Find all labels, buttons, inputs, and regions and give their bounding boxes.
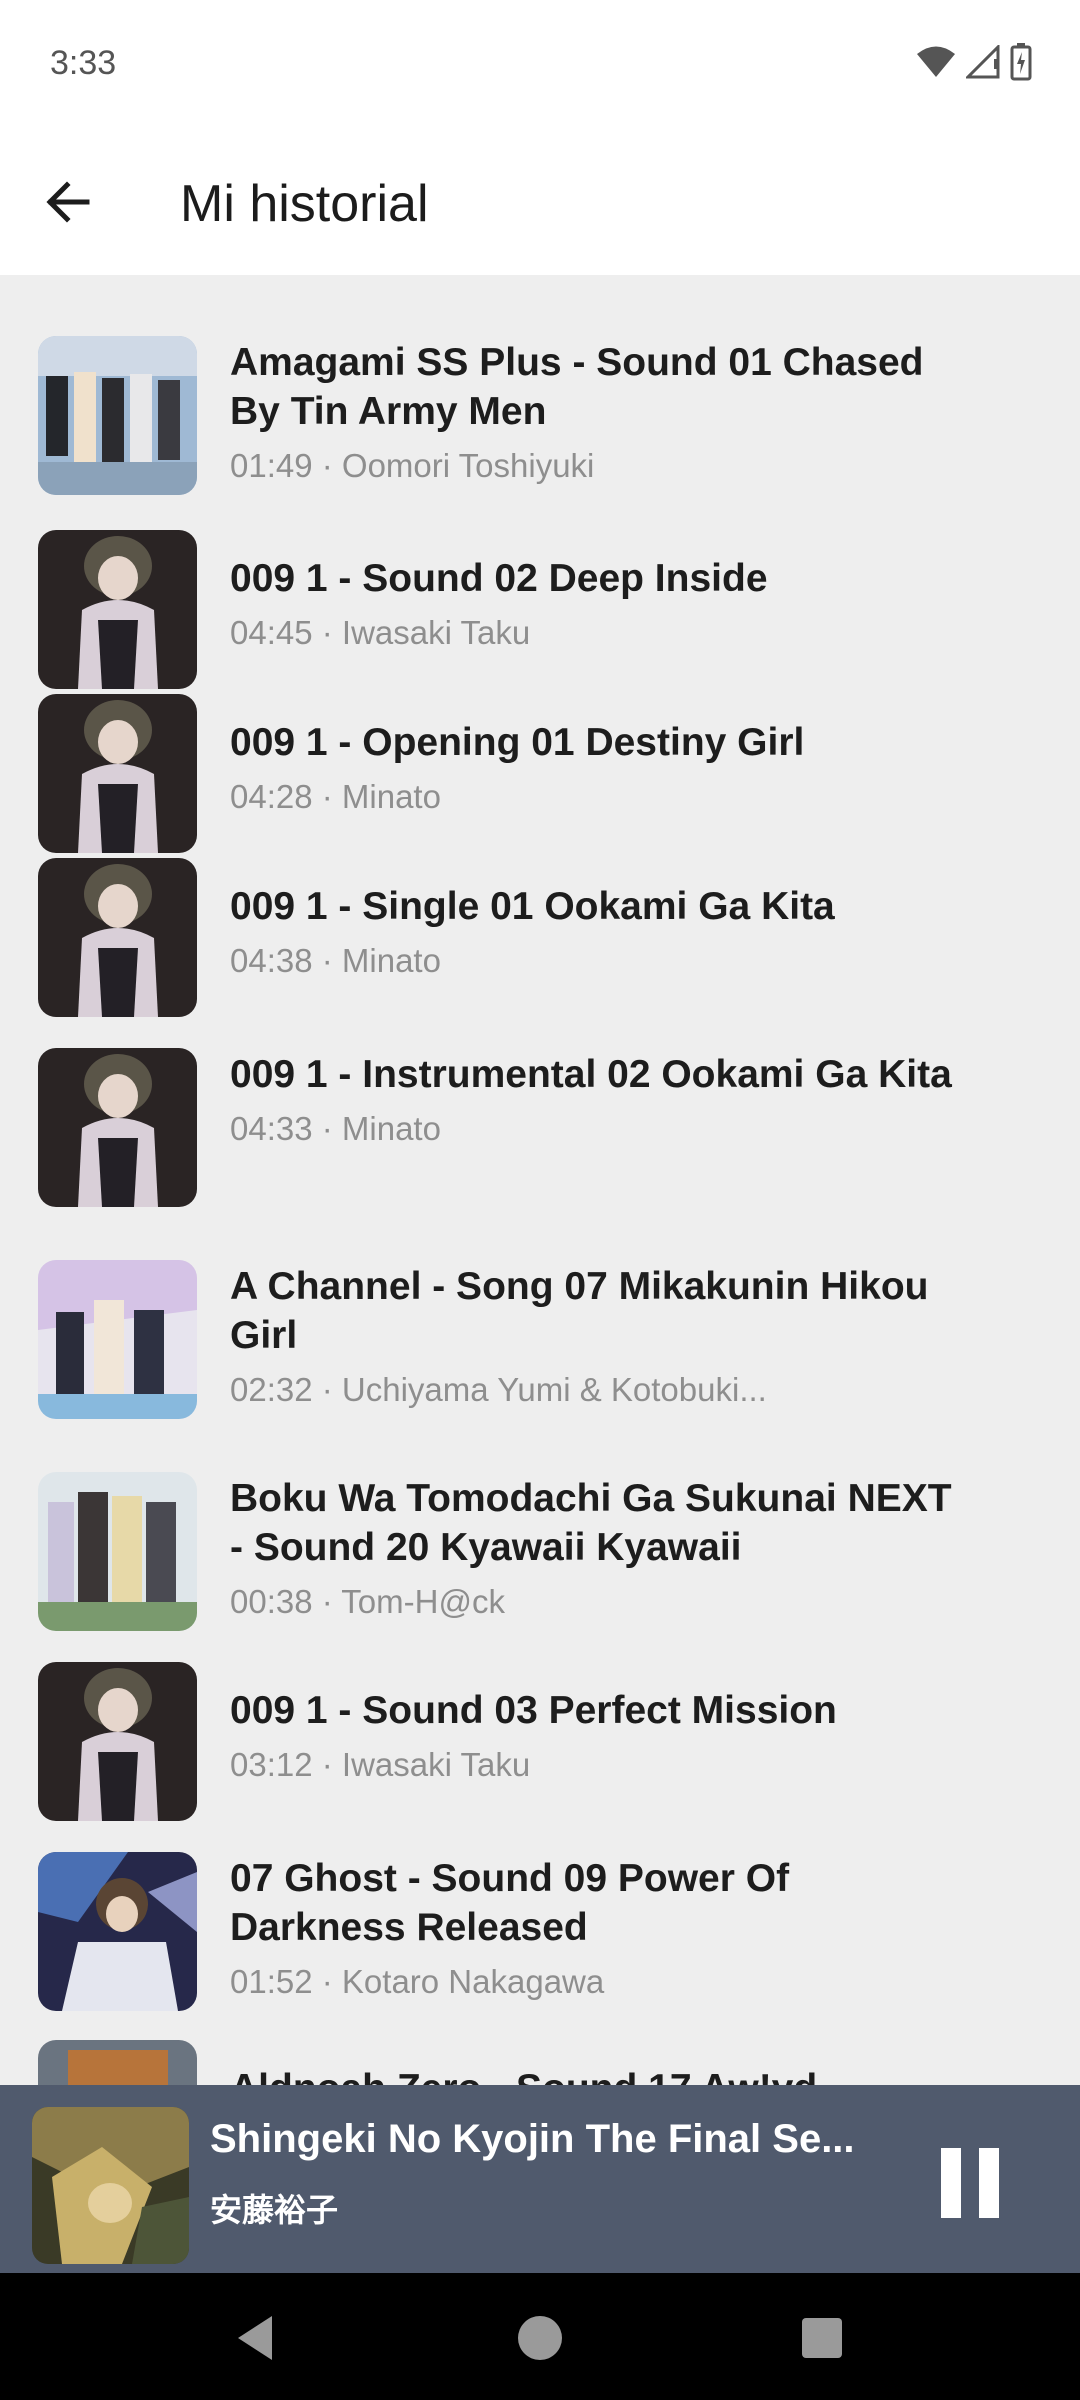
- row-text: Boku Wa Tomodachi Ga Sukunai NEXT - Soun…: [230, 1474, 970, 1624]
- track-title: A Channel - Song 07 Mikakunin Hikou Girl: [230, 1265, 929, 1357]
- app-bar: Mi historial: [0, 128, 1080, 275]
- track-subtitle: 01:52 · Kotaro Nakagawa: [230, 1963, 605, 2000]
- track-title: Amagami SS Plus - Sound 01 Chased By Tin…: [230, 341, 924, 433]
- row-text: 009 1 - Single 01 Ookami Ga Kita 04:38 ·…: [230, 882, 970, 983]
- track-title: Boku Wa Tomodachi Ga Sukunai NEXT - Soun…: [230, 1477, 952, 1569]
- nav-home-icon[interactable]: [510, 2308, 570, 2368]
- row-text: Aldnoah.Zero - Sound 17 Aw!yd: [230, 2064, 970, 2085]
- wifi-icon: [917, 46, 955, 77]
- track-subtitle: 04:45 · Iwasaki Taku: [230, 614, 531, 651]
- track-title: 009 1 - Instrumental 02 Ookami Ga Kita: [230, 1053, 952, 1096]
- arrow-back-icon: [46, 181, 90, 223]
- nav-back-icon[interactable]: [228, 2308, 288, 2368]
- pause-icon: [979, 2148, 999, 2218]
- album-art: [38, 858, 197, 1017]
- row-text: 009 1 - Opening 01 Destiny Girl 04:28 · …: [230, 718, 970, 819]
- history-row[interactable]: 009 1 - Sound 03 Perfect Mission 03:12 ·…: [0, 1662, 1080, 1822]
- history-row[interactable]: Aldnoah.Zero - Sound 17 Aw!yd: [0, 2040, 1080, 2085]
- page-title: Mi historial: [180, 175, 429, 233]
- history-row[interactable]: A Channel - Song 07 Mikakunin Hikou Girl…: [0, 1260, 1080, 1420]
- signal-icon: [966, 45, 1000, 79]
- history-row[interactable]: 009 1 - Instrumental 02 Ookami Ga Kita 0…: [0, 1048, 1080, 1208]
- row-text: Amagami SS Plus - Sound 01 Chased By Tin…: [230, 338, 970, 488]
- back-button[interactable]: [28, 162, 108, 242]
- history-row[interactable]: Amagami SS Plus - Sound 01 Chased By Tin…: [0, 336, 1080, 496]
- history-row[interactable]: 009 1 - Single 01 Ookami Ga Kita 04:38 ·…: [0, 858, 1080, 1018]
- track-subtitle: 02:32 · Uchiyama Yumi & Kotobuki...: [230, 1371, 767, 1408]
- track-subtitle: 00:38 · Tom-H@ck: [230, 1583, 505, 1620]
- system-nav-bar: [0, 2273, 1080, 2400]
- track-title: 009 1 - Sound 03 Perfect Mission: [230, 1689, 837, 1732]
- history-list[interactable]: Amagami SS Plus - Sound 01 Chased By Tin…: [0, 275, 1080, 2085]
- status-time: 3:33: [50, 44, 117, 82]
- album-art: [38, 1260, 197, 1419]
- nav-recents-icon[interactable]: [792, 2308, 852, 2368]
- track-subtitle: 01:49 · Oomori Toshiyuki: [230, 447, 595, 484]
- history-row[interactable]: Boku Wa Tomodachi Ga Sukunai NEXT - Soun…: [0, 1472, 1080, 1632]
- pause-button[interactable]: [930, 2143, 1010, 2223]
- track-title: 009 1 - Single 01 Ookami Ga Kita: [230, 885, 835, 928]
- track-title: 009 1 - Opening 01 Destiny Girl: [230, 721, 805, 764]
- now-playing-artist: 安藤裕子: [210, 2192, 339, 2228]
- track-subtitle: 04:33 · Minato: [230, 1110, 441, 1147]
- row-text: A Channel - Song 07 Mikakunin Hikou Girl…: [230, 1262, 970, 1412]
- now-playing-bar[interactable]: Shingeki No Kyojin The Final Se... 安藤裕子: [0, 2085, 1080, 2273]
- row-text: 009 1 - Instrumental 02 Ookami Ga Kita 0…: [230, 1050, 970, 1151]
- album-art: [38, 336, 197, 495]
- track-title: Aldnoah.Zero - Sound 17 Aw!yd: [230, 2064, 970, 2085]
- now-playing-title: Shingeki No Kyojin The Final Se...: [210, 2117, 855, 2161]
- status-bar: 3:33: [0, 0, 1080, 128]
- row-text: 009 1 - Sound 02 Deep Inside 04:45 · Iwa…: [230, 554, 970, 655]
- album-art: [38, 694, 197, 853]
- pause-icon: [941, 2148, 961, 2218]
- track-title: 009 1 - Sound 02 Deep Inside: [230, 557, 768, 600]
- now-playing-art: [32, 2107, 189, 2264]
- track-title: 07 Ghost - Sound 09 Power Of Darkness Re…: [230, 1857, 790, 1949]
- history-row[interactable]: 009 1 - Sound 02 Deep Inside 04:45 · Iwa…: [0, 530, 1080, 690]
- album-art: [38, 1852, 197, 2011]
- battery-icon: [1010, 43, 1032, 81]
- history-row[interactable]: 009 1 - Opening 01 Destiny Girl 04:28 · …: [0, 694, 1080, 854]
- row-text: 009 1 - Sound 03 Perfect Mission 03:12 ·…: [230, 1686, 970, 1787]
- track-subtitle: 04:28 · Minato: [230, 778, 441, 815]
- row-text: 07 Ghost - Sound 09 Power Of Darkness Re…: [230, 1854, 970, 2004]
- album-art: [38, 1662, 197, 1821]
- status-icons: [916, 40, 1032, 84]
- album-art: [38, 2040, 197, 2085]
- album-art: [38, 530, 197, 689]
- album-art: [38, 1048, 197, 1207]
- album-art: [38, 1472, 197, 1631]
- history-row[interactable]: 07 Ghost - Sound 09 Power Of Darkness Re…: [0, 1852, 1080, 2012]
- track-subtitle: 04:38 · Minato: [230, 942, 441, 979]
- track-subtitle: 03:12 · Iwasaki Taku: [230, 1746, 531, 1783]
